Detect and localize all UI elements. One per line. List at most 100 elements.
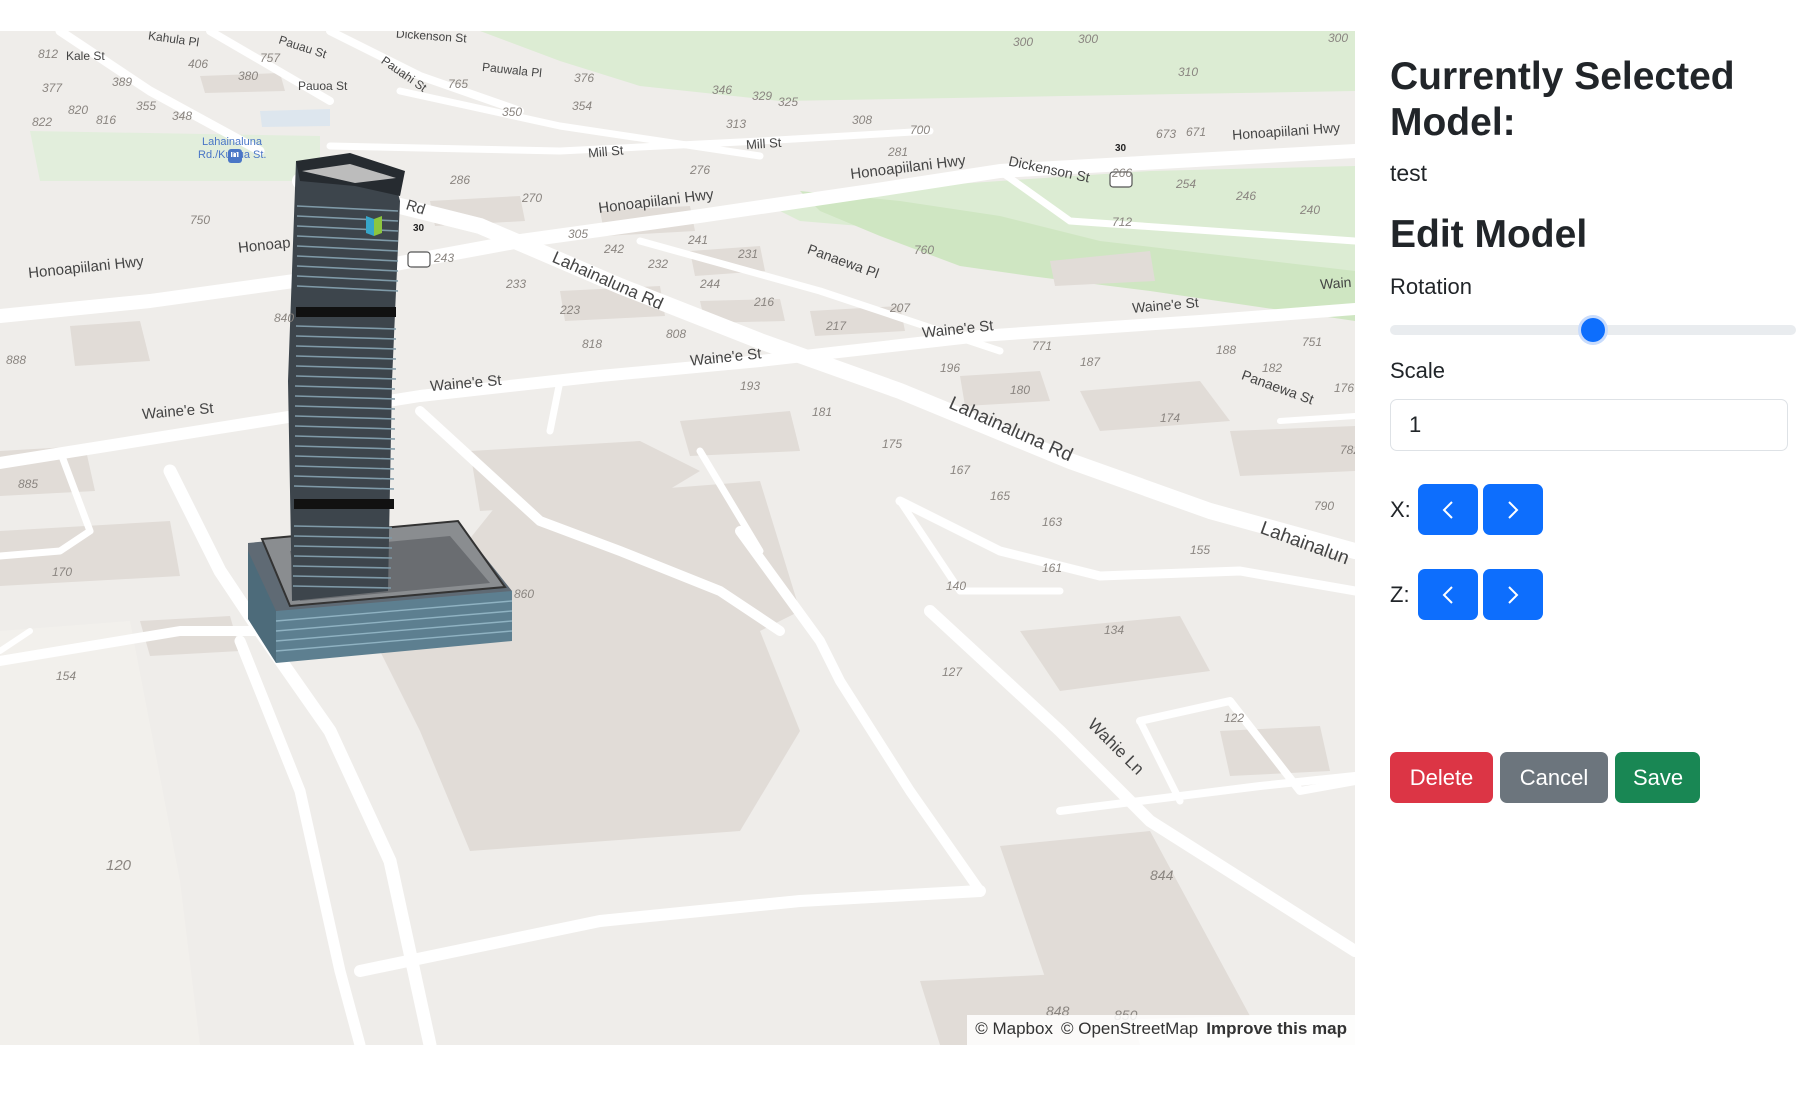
mapbox-link[interactable]: © Mapbox xyxy=(975,1019,1053,1038)
map-attribution: © Mapbox © OpenStreetMap Improve this map xyxy=(967,1015,1355,1045)
house-number: 246 xyxy=(1236,189,1257,203)
street-label: Waine'e St xyxy=(921,317,995,342)
map-labels: Kahula Pl Kale St Pauau St Pauoa St Paua… xyxy=(0,31,1355,1045)
house-number: 354 xyxy=(572,99,593,113)
house-number: 406 xyxy=(188,57,209,71)
house-number: 818 xyxy=(582,337,603,351)
scale-input[interactable] xyxy=(1390,399,1788,451)
chevron-left-icon xyxy=(1442,500,1453,519)
house-number: 154 xyxy=(56,669,77,683)
chevron-left-icon xyxy=(1442,585,1453,604)
house-number: 350 xyxy=(502,105,523,119)
house-number: 820 xyxy=(68,103,89,117)
street-label: Waine'e St xyxy=(1131,294,1200,316)
house-number: 300 xyxy=(1078,32,1099,46)
street-label: Pauau St xyxy=(277,32,329,62)
street-label: Waine'e St xyxy=(429,371,503,396)
house-number: 300 xyxy=(1013,35,1034,49)
improve-map-link[interactable]: Improve this map xyxy=(1206,1019,1347,1038)
street-label: Waine'e St xyxy=(141,399,215,424)
house-number: 180 xyxy=(1010,383,1031,397)
z-label: Z: xyxy=(1390,581,1410,607)
osm-link[interactable]: © OpenStreetMap xyxy=(1061,1019,1198,1038)
house-number: 844 xyxy=(1150,867,1174,883)
x-decrease-button[interactable] xyxy=(1418,484,1478,535)
delete-button[interactable]: Delete xyxy=(1390,752,1493,803)
poi-label: Lahainaluna xyxy=(202,136,262,148)
house-number: 243 xyxy=(434,251,455,265)
house-number: 181 xyxy=(812,405,833,419)
house-number: 757 xyxy=(260,51,281,65)
house-number: 167 xyxy=(950,463,971,477)
cancel-button[interactable]: Cancel xyxy=(1500,752,1608,803)
house-number: 223 xyxy=(560,303,581,317)
house-number: 377 xyxy=(42,81,63,95)
house-number: 308 xyxy=(852,113,873,127)
house-number: 207 xyxy=(890,301,911,315)
street-label: Rd xyxy=(403,196,428,219)
house-number: 822 xyxy=(32,115,53,129)
house-number: 196 xyxy=(940,361,961,375)
house-number: 176 xyxy=(1334,381,1355,395)
house-number: 170 xyxy=(52,565,73,579)
street-label: Honoapiilani Hwy xyxy=(1231,119,1341,143)
street-label: Pauwala Pl xyxy=(481,59,543,81)
action-buttons: Delete Cancel Save xyxy=(1390,752,1707,803)
scale-label: Scale xyxy=(1390,358,1446,383)
edit-model-heading: Edit Model xyxy=(1390,213,1588,256)
x-increase-button[interactable] xyxy=(1483,484,1543,535)
house-number: 300 xyxy=(1328,31,1349,45)
house-number: 325 xyxy=(778,95,799,109)
street-label: Mill St xyxy=(587,142,624,161)
house-number: 266 xyxy=(1112,166,1133,180)
house-number: 348 xyxy=(172,109,193,123)
house-number: 751 xyxy=(1302,335,1323,349)
house-number: 244 xyxy=(700,277,721,291)
house-number: 231 xyxy=(738,247,759,261)
house-number: 305 xyxy=(568,227,589,241)
house-number: 217 xyxy=(826,319,847,333)
selected-model-heading: Currently Selected Model: xyxy=(1390,55,1735,144)
route-shield-label: 30 xyxy=(413,223,425,234)
house-number: 782 xyxy=(1340,443,1355,457)
house-number: 816 xyxy=(96,113,117,127)
house-number: 242 xyxy=(604,242,625,256)
house-number: 174 xyxy=(1160,411,1181,425)
house-number: 188 xyxy=(1216,343,1237,357)
house-number: 673 xyxy=(1156,127,1177,141)
street-label: Dickenson St xyxy=(1007,152,1092,186)
house-number: 232 xyxy=(648,257,669,271)
house-number: 700 xyxy=(910,123,931,137)
street-label: Wahie Ln xyxy=(1084,714,1148,779)
street-label: Kale St xyxy=(66,49,105,63)
rotation-slider-thumb[interactable] xyxy=(1581,318,1605,342)
save-button[interactable]: Save xyxy=(1615,752,1700,803)
house-number: 140 xyxy=(946,579,967,593)
street-label: Dickenson St xyxy=(395,31,468,46)
house-number: 671 xyxy=(1186,125,1207,139)
house-number: 161 xyxy=(1042,561,1063,575)
street-label: Wain xyxy=(1319,273,1352,293)
house-number: 310 xyxy=(1178,65,1199,79)
street-label: Lahainaluna Rd xyxy=(945,392,1076,467)
route-shield-label: 30 xyxy=(1115,143,1127,154)
house-number: 313 xyxy=(726,117,747,131)
model-panel: Currently Selected Model: test Edit Mode… xyxy=(1390,0,1800,1100)
z-increase-button[interactable] xyxy=(1483,569,1543,620)
map-view[interactable]: Kahula Pl Kale St Pauau St Pauoa St Paua… xyxy=(0,31,1355,1045)
house-number: 885 xyxy=(18,477,39,491)
rotation-slider[interactable] xyxy=(1390,318,1796,342)
z-decrease-button[interactable] xyxy=(1418,569,1478,620)
house-number: 233 xyxy=(506,277,527,291)
selected-model-value: test xyxy=(1390,160,1428,186)
house-number: 750 xyxy=(190,213,211,227)
house-number: 165 xyxy=(990,489,1011,503)
house-number: 163 xyxy=(1042,515,1063,529)
house-number: 389 xyxy=(112,75,133,89)
house-number: 193 xyxy=(740,379,761,393)
street-label: Honoap xyxy=(237,234,292,257)
house-number: 122 xyxy=(1224,711,1245,725)
house-number: 127 xyxy=(942,665,963,679)
house-number: 216 xyxy=(754,295,775,309)
house-number: 860 xyxy=(514,587,535,601)
